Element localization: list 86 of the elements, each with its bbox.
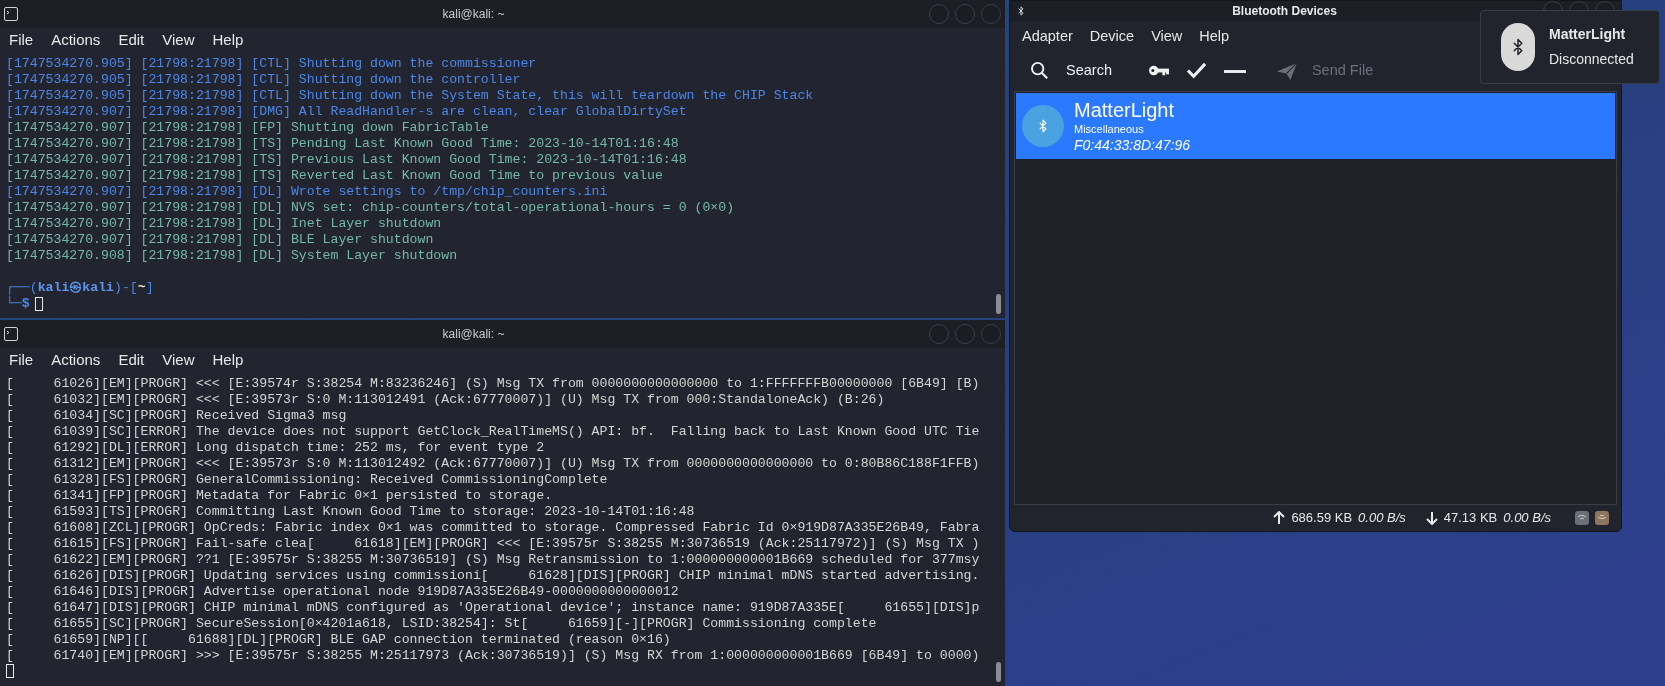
window-title: kali@kali: ~: [442, 326, 505, 343]
log-line: [1747534270.907] [21798:21798] [DMG] All ReadHandler-s are clean, clear GlobalDirtySet: [6, 104, 688, 120]
toolbar-button[interactable]: Search: [1022, 56, 1120, 86]
scrollbar-thumb[interactable]: [996, 294, 1001, 314]
log-line: [ 61740][EM][PROGR] >>> [E:39575r S:38255 M:25117973 (Ack:30736519)] (S) Msg RX from 1:000000000001B669 [6B49] to 0000): [6, 648, 981, 664]
log-line: [ 61593][TS][PROGR] Committing Last Known Good Time to storage: 2023-10-14T01:16:48: [6, 504, 696, 520]
log-line: [ 61032][EM][PROGR] <<< [E:39573r S:0 M:113012491 (Ack:67770007)] (U) Msg TX from 000:StandaloneAck) (B:26): [6, 392, 886, 408]
log-line: [ 61615][FS][PROGR] Fail-safe clea[ 61618][EM][PROGR] <<< [E:39575r S:38255 M:30736519 (Ack:25117972)] (S) Msg TX ): [6, 536, 981, 552]
menu-item[interactable]: View: [162, 348, 195, 372]
log-line: [1747534270.907] [21798:21798] [FP] Shutting down FabricTable: [6, 120, 490, 136]
prompt-user-host: kali㉿kali: [37, 280, 114, 296]
menu-item[interactable]: View: [162, 28, 195, 52]
download-arrow-icon: [1425, 511, 1438, 525]
prompt-bracket: ]: [145, 280, 154, 296]
menu-item[interactable]: Device: [1089, 26, 1135, 48]
signal-waves-icon: [1595, 511, 1609, 525]
log-line: [ 61341][FP][PROGR] Metadata for Fabric 0×1 persisted to storage.: [6, 488, 554, 504]
terminal-icon: [4, 7, 18, 21]
log-line: [ 61659][NP][[ 61688][DL][PROGR] BLE GAP connection terminated (reason 0×16): [6, 632, 672, 648]
menu-item[interactable]: Edit: [118, 348, 145, 372]
log-line: [ 61039][SC][ERROR] The device does not support GetClock_RealTimeMS() API: bf. Falling back to Last Known Good UTC Tie: [6, 424, 981, 440]
log-line: [ 61647][DIS][PROGR] CHIP minimal mDNS configured as 'Operational device'; instance name: 919D87A335E[ 61655][DIS]p: [6, 600, 981, 616]
scrollbar-thumb[interactable]: [996, 662, 1001, 682]
log-line: [ 61608][ZCL][PROGR] OpCreds: Fabric index 0×1 was committed to storage. Compressed Fabric Id 0×919D87A335E26B49, Fabra: [6, 520, 981, 536]
paper-plane-icon: [1275, 61, 1298, 81]
menu-item[interactable]: View: [1151, 26, 1183, 48]
log-line: [1747534270.907] [21798:21798] [DL] BLE Layer shutdown: [6, 232, 435, 248]
window-control-button[interactable]: [981, 324, 1001, 344]
device-address: F0:44:33:8D:47:96: [1074, 136, 1190, 154]
log-line: [1747534270.907] [21798:21798] [DL] Wrote settings to /tmp/chip_counters.ini: [6, 184, 609, 200]
notification-title: MatterLight: [1549, 25, 1627, 44]
log-line: [1747534270.905] [21798:21798] [CTL] Shutting down the commissioner: [6, 56, 538, 72]
menu-item[interactable]: Help: [1199, 26, 1230, 48]
menu-item[interactable]: Adapter: [1022, 26, 1073, 48]
log-line: [ 61622][EM][PROGR] ??1 [E:39575r S:38255 M:30736519] (S) Msg Retransmission to 1:000000000001B669 scheduled for 377msy: [6, 552, 981, 568]
minus-icon: [1223, 69, 1246, 73]
log-line: [ 61626][DIS][PROGR] Updating services using commissioni[ 61628][DIS][PROGR] CHIP minimal mDNS started advertising.: [6, 568, 981, 584]
notification-message: Disconnected: [1549, 50, 1634, 69]
download-rate: 0.00 B/s: [1503, 509, 1551, 528]
log-line: [1747534270.905] [21798:21798] [CTL] Shutting down the controller: [6, 72, 522, 88]
prompt-corner: └─: [6, 296, 22, 312]
prompt-directory: ~: [137, 280, 146, 296]
device-type: Miscellaneous: [1074, 122, 1145, 136]
upload-arrow-icon: [1273, 511, 1286, 525]
log-line: [ 61292][DL][ERROR] Long dispatch time: 252 ms, for event type 2: [6, 440, 546, 456]
terminal-icon: [4, 327, 18, 341]
log-line: [1747534270.908] [21798:21798] [DL] System Layer shutdown: [6, 248, 459, 264]
signal-waves-icon: [1575, 511, 1589, 525]
log-line: [1747534270.907] [21798:21798] [DL] Inet Layer shutdown: [6, 216, 443, 232]
window-title: kali@kali: ~: [442, 6, 505, 23]
window-control-button[interactable]: [929, 4, 949, 24]
bluetooth-icon: [1016, 4, 1026, 18]
window-title: Bluetooth Devices: [1232, 3, 1337, 20]
window-control-button[interactable]: [981, 4, 1001, 24]
upload-rate: 0.00 B/s: [1358, 509, 1406, 528]
menu-item[interactable]: Actions: [51, 28, 101, 52]
log-line: [ 61312][EM][PROGR] <<< [E:39573r S:0 M:113012492 (Ack:67770007)] (U) Msg TX from 0000000000000000 to 0:80B86C188F1FFB): [6, 456, 981, 472]
prompt-bracket: )-[: [113, 280, 138, 296]
text-cursor: [6, 664, 14, 678]
log-line: [1747534270.907] [21798:21798] [TS] Reverted Last Known Good Time to previous value: [6, 168, 664, 184]
window-control-button[interactable]: [929, 324, 949, 344]
menu-item[interactable]: Actions: [51, 348, 101, 372]
log-line: [ 61026][EM][PROGR] <<< [E:39574r S:38254 M:83236246] (S) Msg TX from 0000000000000000 to 1:FFFFFFFB00000000 [6B49] [B): [6, 376, 981, 392]
window-control-button[interactable]: [955, 324, 975, 344]
log-line: [1747534270.907] [21798:21798] [TS] Pending Last Known Good Time: 2023-10-14T01:16:48: [6, 136, 680, 152]
download-total: 47.13 KB: [1443, 509, 1498, 528]
prompt-bracket: ┌──(: [6, 280, 38, 296]
text-cursor: [34, 297, 43, 311]
device-row[interactable]: MatterLight Miscellaneous F0:44:33:8D:47:96: [1016, 93, 1615, 159]
log-line: [ 61328][FS][PROGR] GeneralCommissioning: Received CommissioningComplete: [6, 472, 609, 488]
menu-item[interactable]: Edit: [118, 28, 145, 52]
log-line: [ 61034][SC][PROGR] Received Sigma3 msg: [6, 408, 348, 424]
log-line: [1747534270.907] [21798:21798] [DL] NVS set: chip-counters/total-operational-hours = 0 (0×0): [6, 200, 736, 216]
device-name: MatterLight: [1074, 98, 1176, 122]
menu-item[interactable]: Help: [212, 348, 244, 372]
window-control-button[interactable]: [955, 4, 975, 24]
log-line: [ 61655][SC][PROGR] SecureSession[0×4201a618, LSID:38254]: St[ 61659][-][PROGR] Commissioning complete: [6, 616, 878, 632]
prompt-symbol: $: [21, 296, 30, 312]
menu-item[interactable]: Help: [212, 28, 244, 52]
menu-item[interactable]: File: [9, 28, 34, 52]
checkmark-icon: [1185, 61, 1208, 81]
menu-item[interactable]: File: [9, 348, 34, 372]
log-line: [1747534270.907] [21798:21798] [TS] Previous Last Known Good Time: 2023-10-14T01:16:48: [6, 152, 688, 168]
log-line: [1747534270.905] [21798:21798] [CTL] Shutting down the System State, this will teardown the CHIP Stack: [6, 88, 815, 104]
upload-total: 686.59 KB: [1291, 509, 1353, 528]
log-line: [ 61646][DIS][PROGR] Advertise operational node 919D87A335E26B49-0000000000000012: [6, 584, 680, 600]
